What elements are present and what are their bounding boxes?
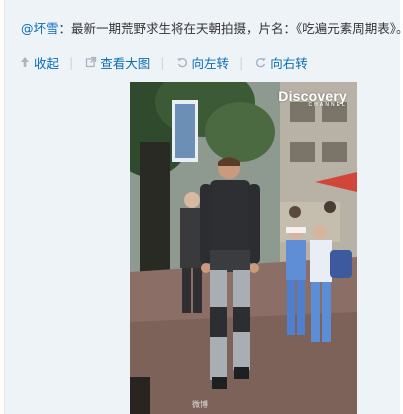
logo-subtext: CHANNEL <box>308 102 347 108</box>
view-large-label: 查看大图 <box>100 55 151 71</box>
post-colon: ： <box>58 21 72 36</box>
post-text: @坏雪：最新一期荒野求生将在天朝拍摄，片名：《吃遍元素周期表》。 <box>21 20 401 38</box>
rotate-right-button[interactable]: 向右转 <box>255 53 308 72</box>
photo-scene <box>130 82 357 414</box>
rotate-right-label: 向右转 <box>270 55 308 71</box>
rotate-left-label: 向左转 <box>191 55 229 71</box>
toolbar-separator: | <box>160 54 165 70</box>
weibo-post-card: @坏雪：最新一期荒野求生将在天朝拍摄，片名：《吃遍元素周期表》。 收起 | 查看… <box>4 0 401 414</box>
toolbar-separator: | <box>238 54 244 70</box>
post-photo[interactable]: Discovery CHANNEL 微博 <box>130 82 357 414</box>
rotate-left-icon <box>176 56 188 68</box>
discovery-logo: Discovery CHANNEL <box>278 88 347 108</box>
rotate-right-icon <box>255 56 267 68</box>
image-watermark: 微博 <box>192 400 208 409</box>
view-large-button[interactable]: 查看大图 <box>85 53 150 72</box>
rotate-left-button[interactable]: 向左转 <box>176 53 229 72</box>
post-body: 最新一期荒野求生将在天朝拍摄，片名：《吃遍元素周期表》。 <box>71 21 401 36</box>
collapse-label: 收起 <box>34 55 60 71</box>
post-username[interactable]: @坏雪 <box>21 21 59 36</box>
external-link-icon <box>85 56 97 68</box>
arrow-up-icon <box>19 56 31 68</box>
collapse-button[interactable]: 收起 <box>19 53 59 72</box>
image-toolbar: 收起 | 查看大图 | 向左转 | 向右转 <box>19 52 324 72</box>
toolbar-separator: | <box>69 54 74 70</box>
